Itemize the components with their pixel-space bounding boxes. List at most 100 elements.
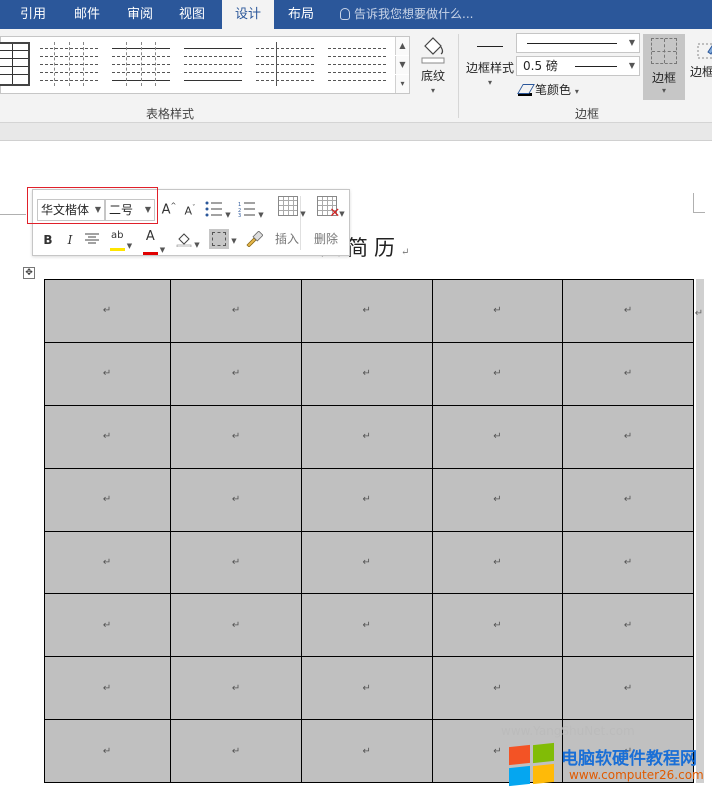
table-cell[interactable]: ↵: [431, 341, 564, 406]
gallery-more[interactable]: ▾: [395, 75, 409, 93]
table-cell[interactable]: ↵: [170, 341, 302, 406]
delete-button[interactable]: ✕ ▼: [314, 196, 348, 220]
chevron-down-icon: ▾: [430, 86, 435, 95]
shading-label: 底纹: [420, 69, 445, 83]
table-cell[interactable]: ↵: [170, 530, 302, 595]
italic-button[interactable]: I: [63, 233, 77, 247]
tab-review[interactable]: 审阅: [120, 0, 160, 29]
table-cell[interactable]: ↵: [36, 719, 172, 783]
table-style-plain-4[interactable]: [256, 42, 314, 86]
borders-button[interactable]: 边框 ▾: [643, 34, 685, 100]
insert-label: 插入: [275, 232, 300, 246]
tell-me-search[interactable]: 告诉我您想要做什么...: [340, 0, 473, 29]
align-center-icon: [85, 233, 99, 244]
borders-mini-button[interactable]: ▼: [205, 229, 241, 249]
bullet-list-icon: [205, 201, 223, 217]
table-cell[interactable]: ↵: [36, 656, 172, 721]
bullets-button[interactable]: ▼: [203, 201, 233, 220]
grow-font-button[interactable]: A^: [161, 202, 177, 217]
table-cell[interactable]: ↵: [170, 404, 302, 469]
table-cell[interactable]: ↵: [431, 404, 564, 469]
table-cell[interactable]: ↵: [562, 593, 694, 658]
table-cell[interactable]: ↵: [170, 719, 302, 783]
table-cell[interactable]: ↵: [170, 593, 302, 658]
table-cell[interactable]: ↵: [431, 279, 564, 343]
table-cell[interactable]: ↵: [562, 404, 694, 469]
shading-button[interactable]: 底纹 ▾: [416, 34, 450, 95]
table-cell[interactable]: ↵: [300, 719, 433, 783]
table-style-plain-5[interactable]: [328, 42, 386, 86]
chevron-down-icon: ▼: [300, 210, 306, 218]
table-style-plain-1[interactable]: [40, 42, 98, 86]
table-cell[interactable]: ↵: [431, 656, 564, 721]
table-style-grid[interactable]: [0, 42, 30, 86]
font-color-button[interactable]: A ▼: [139, 230, 169, 255]
chevron-down-icon: ▼: [126, 242, 133, 250]
table-cell[interactable]: ↵: [170, 467, 302, 532]
shading-mini-button[interactable]: ▼: [173, 232, 203, 250]
bold-button[interactable]: B: [41, 233, 55, 247]
format-painter-button[interactable]: [243, 230, 265, 250]
chevron-down-icon: ▼: [225, 211, 231, 219]
table-cell[interactable]: ↵: [300, 404, 433, 469]
border-styles-button[interactable]: 边框样式 ▾: [463, 38, 517, 87]
table-style-plain-2[interactable]: [112, 42, 170, 86]
table-move-handle[interactable]: ✥: [23, 267, 35, 279]
tab-mailings[interactable]: 邮件: [67, 0, 107, 29]
table-cell[interactable]: ↵: [431, 530, 564, 595]
table-cell[interactable]: ↵: [300, 593, 433, 658]
table-cell[interactable]: ↵: [300, 467, 433, 532]
line-style-preview: [527, 43, 617, 44]
paragraph-mark: ↵: [401, 247, 410, 258]
watermark-faint-url: www.YangShuNet.com: [501, 724, 635, 738]
table-cell[interactable]: ↵: [562, 467, 694, 532]
table-cell[interactable]: ↵: [36, 279, 172, 343]
tab-view[interactable]: 视图: [172, 0, 212, 29]
table-row: ↵ ↵ ↵ ↵ ↵: [36, 593, 694, 658]
border-painter-label: 边框: [690, 65, 712, 79]
border-painter-button[interactable]: 边框: [688, 38, 712, 80]
table-cell[interactable]: ↵: [300, 279, 433, 343]
table-cell[interactable]: ↵: [431, 593, 564, 658]
table-cell[interactable]: ↵: [562, 341, 694, 406]
table-row: ↵ ↵ ↵ ↵ ↵: [36, 404, 694, 469]
tab-design[interactable]: 设计: [222, 0, 274, 29]
line-weight-combo[interactable]: 0.5 磅 ▼: [516, 56, 640, 76]
table-cell[interactable]: ↵: [300, 530, 433, 595]
table-cell[interactable]: ↵: [36, 593, 172, 658]
table-cell[interactable]: ↵: [36, 404, 172, 469]
table-cell[interactable]: ↵: [562, 530, 694, 595]
windows-logo-icon: [509, 742, 557, 787]
tab-references[interactable]: 引用: [14, 0, 52, 29]
table-row: ↵ ↵ ↵ ↵ ↵: [36, 530, 694, 595]
pen-color-button[interactable]: 笔颜色 ▾: [518, 81, 579, 98]
numbering-button[interactable]: 1 2 3 ▼: [236, 201, 266, 220]
insert-button[interactable]: ▼: [275, 196, 309, 219]
table-cell[interactable]: ↵: [36, 341, 172, 406]
highlight-color-button[interactable]: ab ▼: [106, 231, 136, 251]
tab-layout[interactable]: 布局: [280, 0, 322, 29]
chevron-down-icon: ▼: [231, 236, 237, 245]
table-cell[interactable]: ↵: [562, 279, 694, 343]
center-align-button[interactable]: [83, 233, 101, 248]
gallery-scroll-down[interactable]: ▼: [395, 56, 409, 74]
table-cell[interactable]: ↵: [562, 656, 694, 721]
shrink-font-button[interactable]: Aˇ: [182, 204, 198, 218]
lightbulb-icon: [340, 8, 350, 20]
borders-icon: [651, 38, 677, 64]
table-cell[interactable]: ↵: [170, 279, 302, 343]
table-cell[interactable]: ↵: [300, 656, 433, 721]
table-cell[interactable]: ↵: [36, 530, 172, 595]
watermark: www.YangShuNet.com 电脑软硬件教程网 www.computer…: [501, 724, 709, 788]
shrink-font-icon: A: [184, 204, 193, 218]
line-style-combo[interactable]: ▼: [516, 33, 640, 53]
table-row: ↵ ↵ ↵ ↵ ↵: [36, 341, 694, 406]
gallery-scroll-up[interactable]: ▲: [395, 37, 409, 55]
table-cell[interactable]: ↵: [300, 341, 433, 406]
table-style-plain-3[interactable]: [184, 42, 242, 86]
table-cell[interactable]: ↵: [170, 656, 302, 721]
chevron-down-icon: ▼: [159, 246, 166, 254]
table-cell[interactable]: ↵: [431, 467, 564, 532]
table-cell[interactable]: ↵: [36, 467, 172, 532]
page-corner-mark-right: [693, 193, 705, 213]
